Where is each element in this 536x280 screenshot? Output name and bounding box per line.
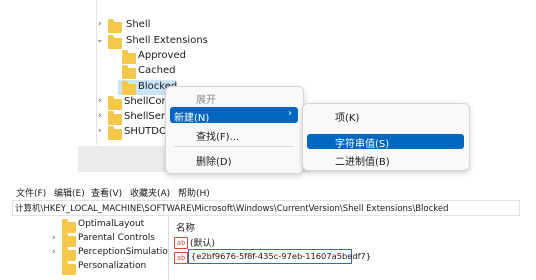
- string-value-icon: ab: [174, 237, 188, 249]
- tree-item-label: Shell Extensions: [126, 35, 208, 46]
- menu-separator: [174, 146, 294, 147]
- submenu-item-string-label: 字符串值(S): [335, 139, 390, 150]
- string-value-icon: ab: [174, 252, 188, 264]
- folder-icon: [62, 219, 76, 233]
- folder-icon: [122, 81, 136, 95]
- address-bar[interactable]: 计算机\HKEY_LOCAL_MACHINE\SOFTWARE\Microsof…: [12, 200, 520, 216]
- chevron-right-icon[interactable]: ›: [98, 19, 102, 29]
- menu-view[interactable]: 查看(V): [91, 186, 122, 199]
- chevron-right-icon[interactable]: ›: [52, 233, 56, 243]
- folder-icon: [108, 35, 122, 49]
- chevron-down-icon[interactable]: ⌄: [96, 35, 104, 45]
- tree-item-label: Parental Controls: [78, 233, 155, 243]
- menu-favorites[interactable]: 收藏夹(A): [130, 186, 170, 199]
- submenu-arrow-icon: ›: [288, 108, 292, 119]
- menu-item-find[interactable]: 查找(F)...: [196, 128, 239, 143]
- menu-item-new-label: 新建(N): [174, 113, 210, 124]
- menu-item-expand[interactable]: 展开: [196, 91, 216, 106]
- tree-item-label: Shell: [126, 19, 151, 30]
- context-menu: 展开 新建(N) › 查找(F)... 删除(D): [165, 86, 304, 174]
- values-pane: 名称 ab (默认) ab {e2bf9676-5f8f-435c-97eb-1…: [170, 216, 536, 280]
- folder-icon: [62, 247, 76, 261]
- folder-icon: [62, 261, 76, 275]
- chevron-right-icon[interactable]: ›: [98, 126, 102, 136]
- folder-icon: [62, 233, 76, 247]
- menu-edit[interactable]: 编辑(E): [54, 186, 85, 199]
- rename-input-text: {e2bf9676-5f8f-435c-97eb-11607a5bedf7}: [191, 251, 372, 261]
- menu-item-new[interactable]: 新建(N) ›: [170, 107, 298, 124]
- submenu-item-key[interactable]: 项(K): [335, 109, 359, 124]
- menu-item-delete[interactable]: 删除(D): [196, 153, 232, 168]
- folder-icon: [108, 19, 122, 33]
- chevron-right-icon[interactable]: ›: [98, 111, 102, 121]
- tree-item-label: Personalization: [78, 261, 147, 271]
- folder-icon: [122, 50, 136, 64]
- tree-item-label: Cached: [138, 65, 176, 76]
- tree-item-label: ShellServ: [124, 111, 171, 122]
- submenu-item-binary-value[interactable]: 二进制值(B): [335, 153, 390, 168]
- new-submenu: 项(K) 字符串值(S) 二进制值(B): [302, 103, 470, 171]
- folder-icon: [108, 126, 122, 140]
- menu-bar: 文件(F) 编辑(E) 查看(V) 收藏夹(A) 帮助(H): [0, 184, 536, 200]
- menu-help[interactable]: 帮助(H): [178, 186, 210, 199]
- folder-icon: [122, 65, 136, 79]
- chevron-right-icon[interactable]: ›: [52, 247, 56, 257]
- submenu-item-string-value[interactable]: 字符串值(S): [307, 134, 464, 150]
- column-header-name[interactable]: 名称: [176, 220, 195, 234]
- tree-item-label: OptimalLayout: [78, 219, 145, 229]
- pane-divider[interactable]: [168, 216, 169, 280]
- chevron-right-icon[interactable]: ›: [98, 96, 102, 106]
- rename-input[interactable]: {e2bf9676-5f8f-435c-97eb-11607a5bedf7}: [188, 249, 371, 264]
- tree-guide-line: [96, 0, 97, 145]
- folder-icon: [108, 111, 122, 125]
- tree-item-label: PerceptionSimulatio: [78, 247, 168, 257]
- bottom-tree-pane: OptimalLayout › Parental Controls › Perc…: [12, 216, 168, 280]
- folder-icon: [108, 96, 122, 110]
- address-path: 计算机\HKEY_LOCAL_MACHINE\SOFTWARE\Microsof…: [15, 204, 449, 214]
- value-name: (默认): [190, 239, 216, 249]
- tree-item-label: Approved: [138, 50, 186, 61]
- menu-file[interactable]: 文件(F): [16, 186, 46, 199]
